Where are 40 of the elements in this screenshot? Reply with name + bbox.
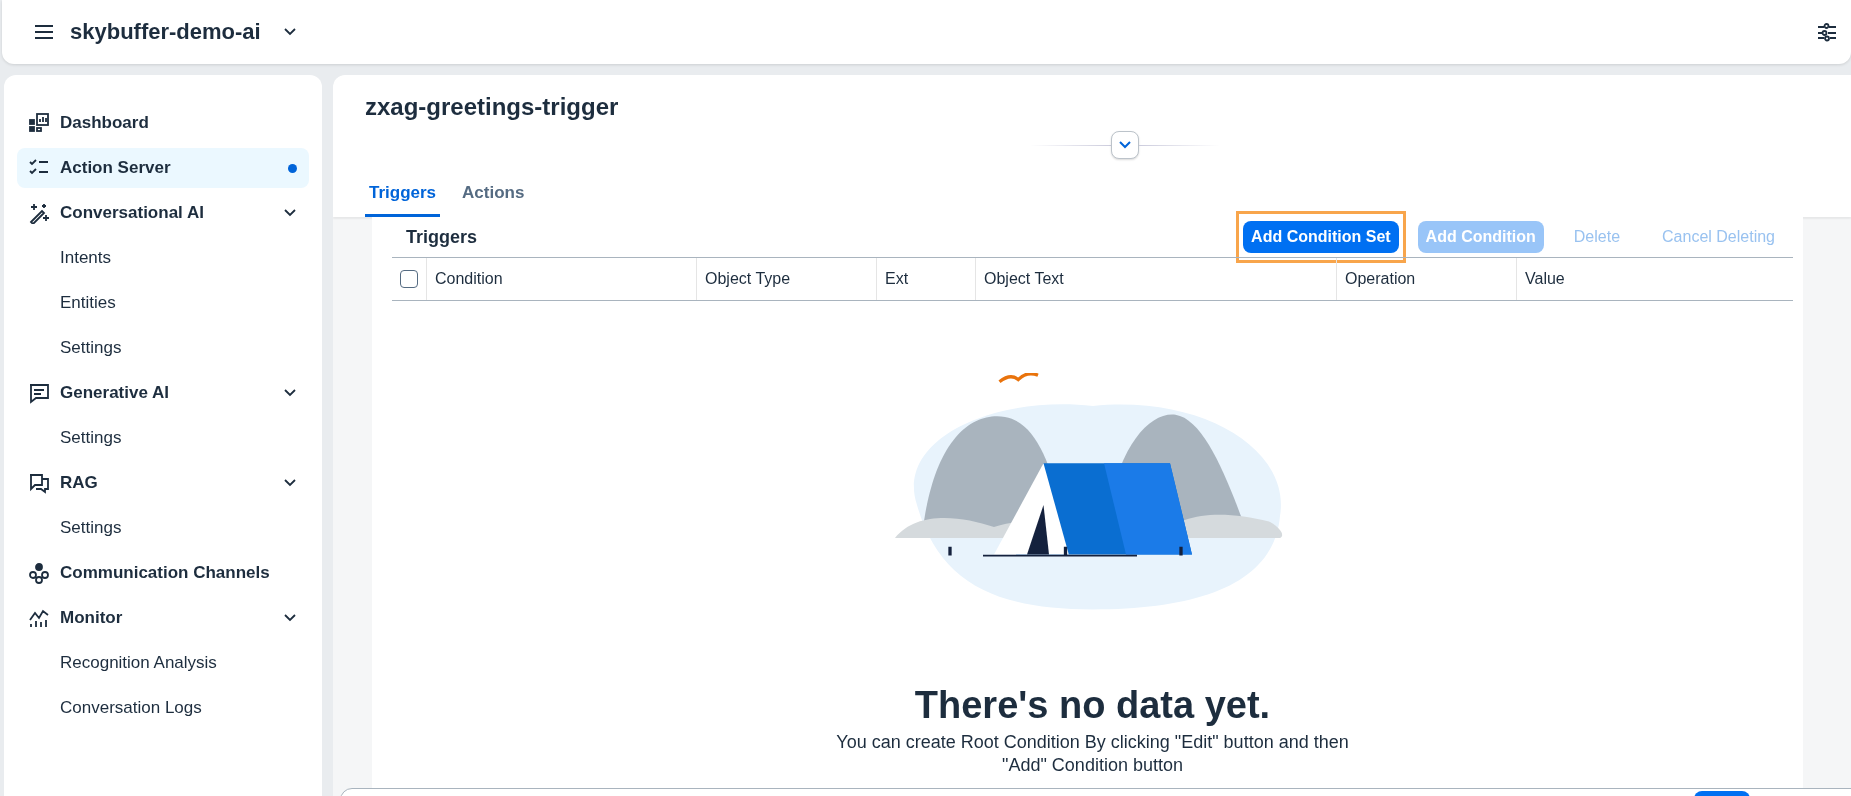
chat-icon <box>28 382 50 404</box>
nav-subitem[interactable]: Settings <box>17 508 309 548</box>
column-header: Operation <box>1345 270 1416 288</box>
nav-item[interactable]: Conversational AI <box>17 193 309 233</box>
nav-item[interactable]: Generative AI <box>17 373 309 413</box>
section-title: Triggers <box>406 226 478 248</box>
tab[interactable]: Actions <box>458 177 529 217</box>
nav-subitem[interactable]: Recognition Analysis <box>17 643 309 683</box>
page-title: zxag-greetings-trigger <box>365 92 620 122</box>
chats-icon <box>28 472 50 494</box>
settings-icon[interactable] <box>1817 22 1837 42</box>
chart-icon <box>28 607 50 629</box>
nav-subitem[interactable]: Settings <box>17 418 309 458</box>
nav-item[interactable]: Dashboard <box>17 103 309 143</box>
menu-icon[interactable] <box>34 24 54 40</box>
collapse-button[interactable] <box>1111 131 1139 159</box>
column-header: Object Text <box>984 270 1064 288</box>
column-header: Ext <box>885 270 909 288</box>
dashboard-icon <box>28 112 50 134</box>
empty-state-text: You can create Root Condition By clicking "Edit" button and then "Add" Condition button <box>835 731 1350 777</box>
nav-item[interactable]: RAG <box>17 463 309 503</box>
status-dot <box>288 163 297 173</box>
empty-state-title: There's no data yet. <box>914 684 1271 727</box>
nav-item[interactable]: Monitor <box>17 598 309 638</box>
app-title: skybuffer-demo-ai <box>70 19 261 45</box>
toolbar-button[interactable]: Add Condition Set <box>1243 221 1399 253</box>
select-all-checkbox[interactable] <box>400 270 418 288</box>
nav-item[interactable]: Action Server <box>17 148 309 188</box>
chevron-down-icon[interactable] <box>282 27 297 37</box>
chevron-down-icon <box>1118 140 1132 150</box>
nav-subitem[interactable]: Entities <box>17 283 309 323</box>
nav-subitem[interactable]: Settings <box>17 328 309 368</box>
nav-item[interactable]: Communication Channels <box>17 553 309 593</box>
wand-icon <box>28 202 50 224</box>
nodes-icon <box>28 562 50 584</box>
nav-subitem[interactable]: Conversation Logs <box>17 688 309 728</box>
column-header: Condition <box>435 270 503 288</box>
column-header: Value <box>1525 270 1565 288</box>
nav-subitem[interactable]: Intents <box>17 238 309 278</box>
column-header: Object Type <box>705 270 791 288</box>
